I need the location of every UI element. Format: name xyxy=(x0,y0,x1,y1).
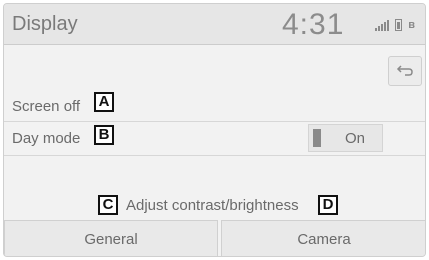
day-mode-toggle[interactable]: On xyxy=(308,124,383,152)
callout-a: A xyxy=(94,92,114,112)
divider xyxy=(4,155,425,156)
header-bar: Display 4:31 ʙ xyxy=(4,4,425,45)
clock: 4:31 xyxy=(282,8,345,41)
day-mode-label: Day mode xyxy=(12,130,81,147)
screen-off-row[interactable]: Screen off xyxy=(4,93,425,121)
display-screen: Display 4:31 ʙ Screen off Day mode On Ad… xyxy=(3,3,426,257)
toggle-state-label: On xyxy=(345,130,366,147)
callout-b: B xyxy=(94,125,114,145)
divider xyxy=(4,121,425,122)
status-icons: ʙ xyxy=(375,17,415,31)
battery-icon xyxy=(395,19,403,31)
tab-general-label: General xyxy=(84,230,138,248)
back-button[interactable] xyxy=(388,56,422,86)
callout-c: C xyxy=(98,195,118,215)
tab-camera-label: Camera xyxy=(297,230,351,248)
back-arrow-icon xyxy=(396,65,413,76)
signal-icon xyxy=(375,19,390,31)
tab-camera[interactable]: Camera xyxy=(221,220,425,256)
tab-general[interactable]: General xyxy=(4,220,218,256)
page-title: Display xyxy=(12,13,78,35)
screen-off-label: Screen off xyxy=(12,98,81,115)
callout-d: D xyxy=(318,195,338,215)
adjust-contrast-brightness-button[interactable]: Adjust contrast/brightness xyxy=(126,197,299,214)
toggle-indicator xyxy=(313,129,321,147)
bluetooth-icon: ʙ xyxy=(408,19,415,31)
